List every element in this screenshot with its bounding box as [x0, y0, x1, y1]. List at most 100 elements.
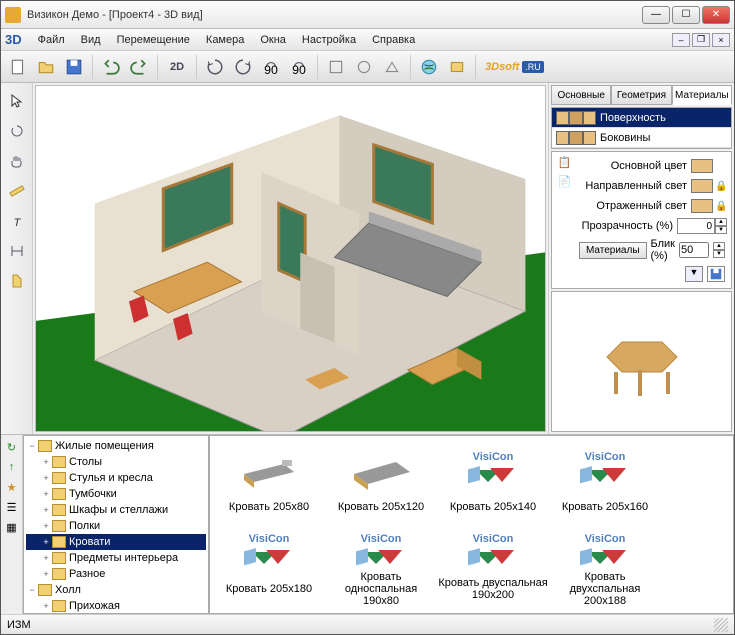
swatch-icon — [556, 111, 596, 125]
titlebar: Визикон Демо - [Проект4 - 3D вид] — ☐ ✕ — [1, 1, 734, 29]
spin-up[interactable]: ▲ — [715, 218, 727, 226]
tree-item-selected[interactable]: +Кровати — [26, 534, 206, 550]
resize-grip[interactable] — [714, 618, 728, 632]
catalog-tree[interactable]: −Жилые помещения +Столы +Стулья и кресла… — [23, 435, 209, 614]
2d-button[interactable]: 2D — [163, 54, 191, 80]
catalog-items[interactable]: Кровать 205x80 Кровать 205x120 VisiCon К… — [209, 435, 734, 614]
svg-text:VisiCon: VisiCon — [585, 451, 626, 463]
measure-tool[interactable] — [5, 179, 29, 203]
3d-viewport[interactable] — [35, 85, 546, 432]
catalog-item[interactable]: Кровать 205x120 — [326, 440, 436, 520]
globe-button[interactable] — [416, 54, 442, 80]
material-row-surface[interactable]: Поверхность — [552, 108, 731, 128]
paste-icon[interactable]: 📄 — [558, 175, 572, 188]
lock-icon[interactable]: 🔒 — [715, 201, 727, 212]
material-preview — [551, 291, 732, 432]
menu-move[interactable]: Перемещение — [109, 32, 198, 48]
copy-icon[interactable]: 📋 — [558, 156, 572, 169]
grid-icon[interactable]: ▦ — [4, 519, 20, 535]
svg-text:VisiCon: VisiCon — [473, 533, 514, 545]
save-material-button[interactable] — [707, 266, 725, 282]
view1-button[interactable] — [323, 54, 349, 80]
hand-tool[interactable] — [5, 149, 29, 173]
tree-item[interactable]: +Полки — [26, 518, 206, 534]
save-button[interactable] — [61, 54, 87, 80]
redo-button[interactable] — [126, 54, 152, 80]
catalog-item[interactable]: VisiCon Кровать двуспальная 190x200 — [438, 522, 548, 602]
catalog-item[interactable]: VisiCon Кровать двухспальная 200x188 — [550, 522, 660, 602]
menu-help[interactable]: Справка — [364, 32, 423, 48]
reflected-swatch[interactable] — [691, 199, 713, 213]
rot90-left-button[interactable]: 90 — [258, 54, 284, 80]
svg-text:T: T — [13, 217, 21, 229]
menu-settings[interactable]: Настройка — [294, 32, 364, 48]
blik-input[interactable] — [679, 242, 709, 258]
menu-windows[interactable]: Окна — [252, 32, 294, 48]
text-tool[interactable]: T — [5, 209, 29, 233]
catalog-item[interactable]: VisiCon Кровать 205x140 — [438, 440, 548, 520]
rotate-left-button[interactable] — [202, 54, 228, 80]
status-text: ИЗМ — [7, 619, 31, 631]
fav-icon[interactable]: ★ — [4, 479, 20, 495]
list-icon[interactable]: ☰ — [4, 499, 20, 515]
dimension-tool[interactable] — [5, 239, 29, 263]
tab-materials[interactable]: Материалы — [672, 85, 732, 105]
app-icon — [5, 7, 21, 23]
catalog-item[interactable]: Кровать 205x80 — [214, 440, 324, 520]
page-tool[interactable] — [5, 269, 29, 293]
mdi-restore[interactable]: ❐ — [692, 33, 710, 47]
menu-camera[interactable]: Камера — [198, 32, 252, 48]
swatch-icon — [556, 131, 596, 145]
dropdown-button[interactable]: ▼ — [685, 266, 703, 282]
tree-root[interactable]: −Жилые помещения — [26, 438, 206, 454]
tab-geometry[interactable]: Геометрия — [611, 85, 671, 105]
menu-file[interactable]: Файл — [30, 32, 73, 48]
opacity-input[interactable] — [677, 218, 715, 234]
maximize-button[interactable]: ☐ — [672, 6, 700, 24]
spin-down[interactable]: ▼ — [715, 226, 727, 234]
cursor-tool[interactable] — [5, 89, 29, 113]
materials-button[interactable]: Материалы — [579, 242, 647, 259]
tree-item[interactable]: +Шкафы и стеллажи — [26, 502, 206, 518]
main-color-swatch[interactable] — [691, 159, 713, 173]
material-label: Боковины — [600, 132, 650, 144]
rotate-tool[interactable] — [5, 119, 29, 143]
svg-text:VisiCon: VisiCon — [249, 533, 290, 545]
up-icon[interactable]: ↑ — [4, 459, 20, 475]
tree-item[interactable]: +Разное — [26, 566, 206, 582]
tree-item[interactable]: +Прихожая — [26, 598, 206, 614]
tree-second[interactable]: −Холл — [26, 582, 206, 598]
catalog-item[interactable]: VisiCon Кровать односпальная 190x80 — [326, 522, 436, 602]
spin-up[interactable]: ▲ — [713, 242, 725, 250]
new-button[interactable] — [5, 54, 31, 80]
menu-view[interactable]: Вид — [73, 32, 109, 48]
material-row-sides[interactable]: Боковины — [552, 128, 731, 148]
open-button[interactable] — [33, 54, 59, 80]
prop-blik-label: Блик (%) — [651, 238, 675, 262]
view3-button[interactable] — [379, 54, 405, 80]
close-button[interactable]: ✕ — [702, 6, 730, 24]
lock-icon[interactable]: 🔒 — [715, 181, 727, 192]
rotate-right-button[interactable] — [230, 54, 256, 80]
minimize-button[interactable]: — — [642, 6, 670, 24]
svg-text:VisiCon: VisiCon — [473, 451, 514, 463]
tree-item[interactable]: +Столы — [26, 454, 206, 470]
directed-swatch[interactable] — [691, 179, 713, 193]
render-button[interactable] — [444, 54, 470, 80]
tab-basic[interactable]: Основные — [551, 85, 611, 105]
spin-down[interactable]: ▼ — [713, 250, 725, 258]
catalog-item[interactable]: VisiCon Кровать 205x160 — [550, 440, 660, 520]
tree-item[interactable]: +Предметы интерьера — [26, 550, 206, 566]
catalog-item[interactable]: VisiCon Кровать 205x180 — [214, 522, 324, 602]
mdi-close[interactable]: × — [712, 33, 730, 47]
view2-button[interactable] — [351, 54, 377, 80]
tree-item[interactable]: +Стулья и кресла — [26, 470, 206, 486]
prop-reflected-label: Отраженный свет — [577, 200, 691, 212]
undo-button[interactable] — [98, 54, 124, 80]
svg-text:VisiCon: VisiCon — [585, 533, 626, 545]
refresh-icon[interactable]: ↻ — [4, 439, 20, 455]
tree-item[interactable]: +Тумбочки — [26, 486, 206, 502]
rot90-right-button[interactable]: 90 — [286, 54, 312, 80]
mdi-minimize[interactable]: – — [672, 33, 690, 47]
logo-3d: 3D — [5, 32, 22, 47]
